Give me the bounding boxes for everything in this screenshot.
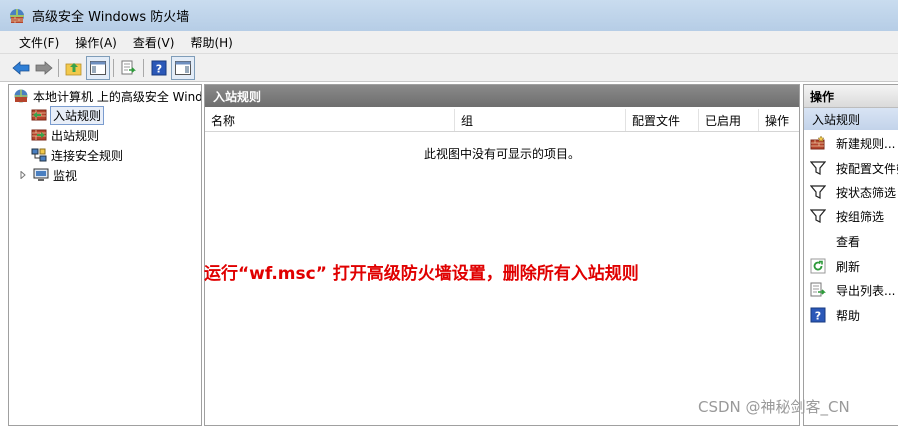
action-filter-by-group[interactable]: 按组筛选 bbox=[804, 205, 898, 227]
show-hide-action-pane-button[interactable] bbox=[171, 55, 195, 80]
refresh-icon bbox=[810, 258, 826, 274]
inbound-rules-icon bbox=[31, 109, 47, 121]
column-header-profile[interactable]: 配置文件 bbox=[626, 109, 699, 131]
tree-item-monitoring[interactable]: 监视 bbox=[19, 166, 77, 184]
up-level-button[interactable] bbox=[63, 57, 85, 79]
action-label: 按组筛选 bbox=[836, 209, 885, 224]
action-label: 新建规则... bbox=[836, 136, 896, 151]
tree-item-connection-security-rules[interactable]: 连接安全规则 bbox=[31, 146, 123, 164]
filter-icon bbox=[810, 209, 826, 223]
show-hide-action-pane-icon bbox=[175, 60, 191, 75]
tree-item-outbound-rules[interactable]: 出站规则 bbox=[31, 126, 99, 144]
monitoring-icon bbox=[33, 168, 49, 181]
export-list-icon bbox=[121, 60, 136, 74]
column-header-enabled[interactable]: 已启用 bbox=[699, 109, 759, 131]
menu-action[interactable]: 操作(A) bbox=[67, 34, 125, 51]
empty-list-message: 此视图中没有可显示的项目。 bbox=[423, 147, 580, 161]
actions-pane-header: 操作 bbox=[804, 85, 898, 108]
tree-root-item[interactable]: 本地计算机 上的高级安全 Windows 防火墙 bbox=[13, 87, 201, 105]
toolbar: ? bbox=[0, 54, 898, 82]
menu-view[interactable]: 查看(V) bbox=[125, 34, 183, 51]
back-arrow-icon bbox=[12, 60, 30, 75]
tree-item-inbound-rules[interactable]: 入站规则 bbox=[31, 105, 105, 125]
action-new-rule[interactable]: 新建规则... bbox=[804, 132, 898, 154]
filter-icon bbox=[810, 185, 826, 199]
action-refresh[interactable]: 刷新 bbox=[804, 255, 898, 277]
results-pane-header: 入站规则 bbox=[205, 85, 799, 107]
action-label: 刷新 bbox=[836, 259, 861, 274]
action-export-list[interactable]: 导出列表... bbox=[804, 279, 898, 301]
tree-root-label: 本地计算机 上的高级安全 Windows 防火墙 bbox=[33, 89, 201, 104]
svg-text:?: ? bbox=[156, 62, 162, 75]
back-button[interactable] bbox=[10, 57, 32, 79]
firewall-app-icon bbox=[10, 8, 24, 23]
svg-text:?: ? bbox=[815, 310, 821, 323]
menu-help[interactable]: 帮助(H) bbox=[182, 34, 240, 51]
export-list-button[interactable] bbox=[118, 57, 140, 79]
forward-arrow-icon bbox=[35, 60, 53, 75]
help-icon: ? bbox=[151, 60, 167, 75]
column-header-group[interactable]: 组 bbox=[455, 109, 626, 131]
toolbar-separator bbox=[113, 58, 114, 77]
results-pane: 入站规则 名称 组 配置文件 已启用 操作 此视图中没有可显示的项目。 bbox=[204, 84, 800, 426]
tree-item-label: 出站规则 bbox=[51, 128, 100, 143]
action-filter-by-state[interactable]: 按状态筛选 bbox=[804, 181, 898, 203]
connection-security-icon bbox=[31, 148, 47, 162]
menu-file[interactable]: 文件(F) bbox=[0, 34, 67, 51]
show-hide-tree-button[interactable] bbox=[86, 55, 110, 80]
actions-pane-title: 操作 bbox=[810, 89, 835, 104]
action-label: 查看 bbox=[836, 234, 861, 249]
actions-pane-subtitle: 入站规则 bbox=[812, 112, 861, 127]
column-header-row: 名称 组 配置文件 已启用 操作 bbox=[205, 109, 799, 132]
toolbar-separator bbox=[143, 58, 144, 77]
filter-icon bbox=[810, 161, 826, 175]
new-rule-icon bbox=[810, 135, 825, 150]
action-label: 帮助 bbox=[836, 308, 861, 323]
title-bar: 高级安全 Windows 防火墙 bbox=[0, 0, 898, 31]
outbound-rules-icon bbox=[31, 129, 47, 141]
help-button[interactable]: ? bbox=[148, 57, 170, 79]
tree-item-label: 连接安全规则 bbox=[51, 148, 124, 163]
actions-pane-subheader[interactable]: 入站规则 bbox=[804, 108, 898, 130]
action-label: 导出列表... bbox=[836, 283, 896, 298]
watermark-text: CSDN @神秘剑客_CN bbox=[698, 398, 850, 416]
action-label: 按配置文件筛选 bbox=[836, 161, 898, 176]
action-view[interactable]: 查看 bbox=[804, 230, 898, 252]
console-tree-panel: 本地计算机 上的高级安全 Windows 防火墙 入站规则 出站规则 连接安全规… bbox=[8, 84, 202, 426]
column-header-action[interactable]: 操作 bbox=[759, 109, 799, 131]
actions-pane: 操作 入站规则 新建规则... 按配置文件筛选 按状态筛选 按组筛选 查看 刷新… bbox=[803, 84, 898, 426]
window-title: 高级安全 Windows 防火墙 bbox=[32, 10, 190, 25]
results-pane-title: 入站规则 bbox=[213, 89, 262, 104]
help-icon: ? bbox=[810, 307, 826, 323]
blank-icon bbox=[810, 233, 826, 249]
firewall-root-icon bbox=[14, 89, 28, 103]
toolbar-separator bbox=[58, 58, 59, 77]
tree-item-label: 监视 bbox=[53, 168, 78, 183]
export-icon bbox=[810, 282, 826, 297]
annotation-text: 运行“wf.msc” 打开高级防火墙设置，删除所有入站规则 bbox=[204, 264, 639, 284]
action-filter-by-profile[interactable]: 按配置文件筛选 bbox=[804, 157, 898, 179]
column-header-name[interactable]: 名称 bbox=[205, 109, 455, 131]
forward-button[interactable] bbox=[33, 57, 55, 79]
action-label: 按状态筛选 bbox=[836, 185, 897, 200]
show-hide-tree-icon bbox=[90, 60, 106, 75]
up-folder-icon bbox=[65, 62, 82, 75]
menu-bar: 文件(F) 操作(A) 查看(V) 帮助(H) bbox=[0, 31, 898, 54]
action-help[interactable]: ? 帮助 bbox=[804, 304, 898, 326]
tree-item-label: 入站规则 bbox=[49, 105, 105, 125]
expand-arrow-icon[interactable] bbox=[19, 171, 27, 179]
